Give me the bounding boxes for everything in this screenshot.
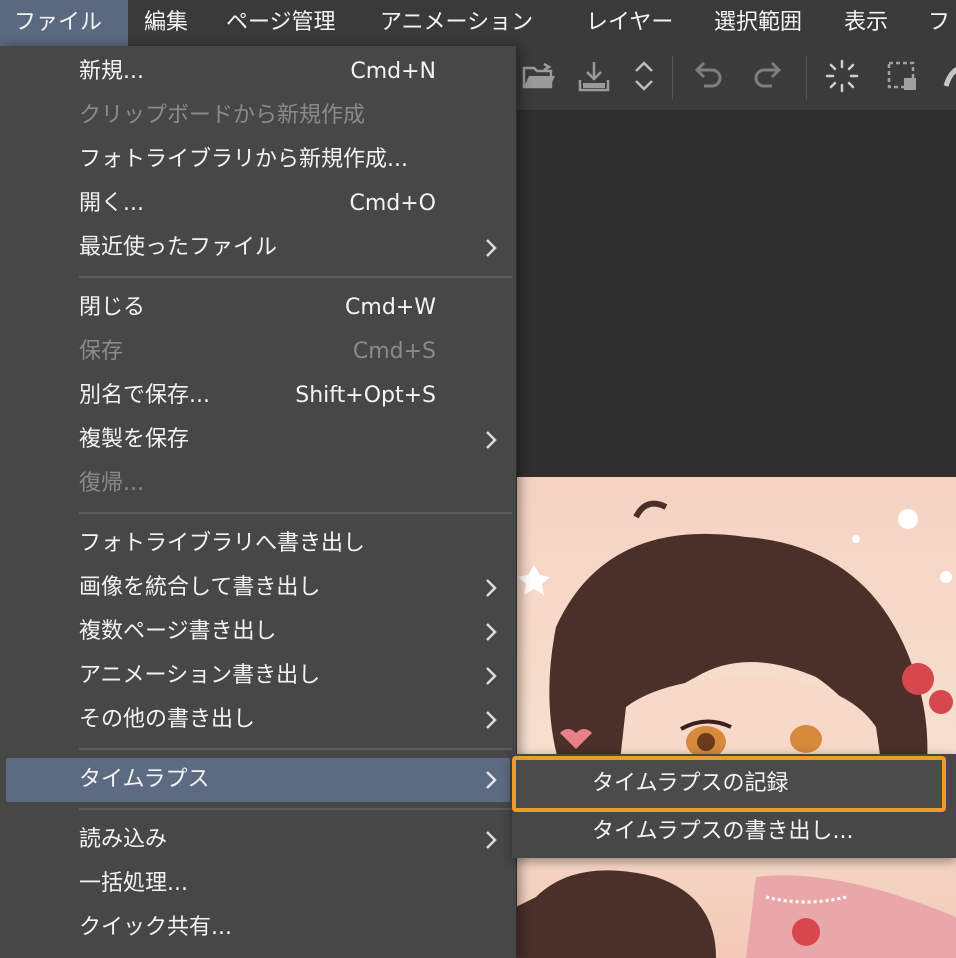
brush-icon[interactable]: [942, 56, 956, 96]
selection-clear-icon[interactable]: [882, 56, 922, 96]
menu-item-quick-share[interactable]: クイック共有...: [0, 906, 516, 950]
file-menu-dropdown: 新規... Cmd+N クリップボードから新規作成 フォトライブラリから新規作成…: [0, 46, 517, 958]
redo-icon[interactable]: [748, 56, 788, 96]
chevron-right-icon: [486, 711, 497, 729]
canvas-background: [516, 111, 956, 477]
menu-item-save-as[interactable]: 別名で保存... Shift+Opt+S: [0, 374, 516, 418]
menu-item-label: 保存: [79, 339, 124, 364]
menu-item-revert: 復帰...: [0, 462, 516, 506]
menu-page-management[interactable]: ページ管理: [220, 0, 342, 46]
timelapse-submenu: タイムラプスの記録 タイムラプスの書き出し...: [512, 754, 956, 858]
chevron-right-icon: [486, 239, 497, 257]
menu-item-save: 保存 Cmd+S: [0, 330, 516, 374]
menu-item-export-photo-library[interactable]: フォトライブラリへ書き出し: [0, 522, 516, 566]
menu-item-new-from-photo-library[interactable]: フォトライブラリから新規作成...: [0, 138, 516, 182]
menu-edit[interactable]: 編集: [138, 0, 194, 46]
menu-item-label: 閉じる: [79, 295, 146, 320]
toolbar-separator: [806, 56, 807, 100]
save-download-icon[interactable]: [574, 56, 614, 96]
menu-animation[interactable]: アニメーション: [374, 0, 539, 46]
submenu-item-export-timelapse[interactable]: タイムラプスの書き出し...: [512, 810, 956, 854]
menu-divider: [79, 748, 512, 750]
menu-item-shortcut: Cmd+W: [345, 295, 436, 320]
loading-spinner-icon[interactable]: [822, 56, 862, 96]
menu-item-label: 最近使ったファイル: [79, 235, 278, 260]
menu-item-label: クイック共有...: [79, 915, 232, 940]
menu-item-import[interactable]: 読み込み: [0, 818, 516, 862]
menu-item-label: 別名で保存...: [79, 383, 210, 408]
menu-item-new[interactable]: 新規... Cmd+N: [0, 50, 516, 94]
menu-item-label: 複数ページ書き出し: [79, 619, 277, 644]
menu-item-label: 一括処理...: [79, 871, 188, 896]
menu-divider: [79, 512, 512, 514]
menu-file[interactable]: ファイル: [0, 0, 128, 46]
submenu-item-label: タイムラプスの書き出し...: [592, 819, 854, 844]
menu-item-shortcut: Cmd+S: [352, 339, 436, 364]
menu-item-label: 復帰...: [79, 471, 144, 496]
menu-item-label: タイムラプス: [79, 767, 210, 792]
canvas-artwork[interactable]: [516, 477, 956, 958]
menu-selection[interactable]: 選択範囲: [708, 0, 808, 46]
menu-item-label: フォトライブラリへ書き出し: [79, 531, 366, 556]
menu-item-recent-files[interactable]: 最近使ったファイル: [0, 226, 516, 270]
menu-divider: [79, 276, 512, 278]
chevron-right-icon: [486, 771, 497, 789]
menu-item-label: 新規...: [79, 59, 144, 84]
menu-item-label: 読み込み: [79, 827, 168, 852]
menu-item-export-animation[interactable]: アニメーション書き出し: [0, 654, 516, 698]
menu-item-label: アニメーション書き出し: [79, 663, 321, 688]
menu-item-label: 複製を保存: [79, 427, 190, 452]
submenu-item-label: タイムラプスの記録: [592, 771, 789, 796]
menu-view[interactable]: 表示: [838, 0, 894, 46]
menu-item-label: フォトライブラリから新規作成...: [79, 147, 408, 172]
menu-item-export-flattened[interactable]: 画像を統合して書き出し: [0, 566, 516, 610]
menu-item-timelapse[interactable]: タイムラプス: [0, 758, 516, 802]
menu-item-export-multiple-pages[interactable]: 複数ページ書き出し: [0, 610, 516, 654]
menu-item-label: 画像を統合して書き出し: [79, 575, 321, 600]
menu-item-shortcut: Cmd+O: [349, 191, 436, 216]
menu-item-open[interactable]: 開く... Cmd+O: [0, 182, 516, 226]
menu-layer[interactable]: レイヤー: [580, 0, 679, 46]
menu-item-new-from-clipboard: クリップボードから新規作成: [0, 94, 516, 138]
menu-item-shortcut: Cmd+N: [350, 59, 436, 84]
toolbar: [516, 46, 956, 111]
menu-bar: ファイル 編集 ページ管理 アニメーション レイヤー 選択範囲 表示 フ: [0, 0, 956, 47]
menu-item-batch-process[interactable]: 一括処理...: [0, 862, 516, 906]
chevron-right-icon: [486, 831, 497, 849]
expand-collapse-icon[interactable]: [624, 56, 664, 96]
menu-item-label: クリップボードから新規作成: [79, 103, 366, 128]
menu-item-label: その他の書き出し: [79, 707, 256, 732]
menu-divider: [79, 808, 512, 810]
menu-item-export-other[interactable]: その他の書き出し: [0, 698, 516, 742]
menu-item-close[interactable]: 閉じる Cmd+W: [0, 286, 516, 330]
menu-filter[interactable]: フ: [922, 0, 956, 46]
chevron-right-icon: [486, 623, 497, 641]
chevron-right-icon: [486, 667, 497, 685]
chevron-right-icon: [486, 579, 497, 597]
open-folder-icon[interactable]: [518, 56, 558, 96]
menu-item-shortcut: Shift+Opt+S: [295, 383, 436, 408]
toolbar-separator: [672, 56, 673, 100]
undo-icon[interactable]: [688, 56, 728, 96]
menu-item-label: 開く...: [79, 191, 144, 216]
submenu-item-record-timelapse[interactable]: タイムラプスの記録: [512, 754, 956, 812]
menu-item-save-duplicate[interactable]: 複製を保存: [0, 418, 516, 462]
chevron-right-icon: [486, 431, 497, 449]
